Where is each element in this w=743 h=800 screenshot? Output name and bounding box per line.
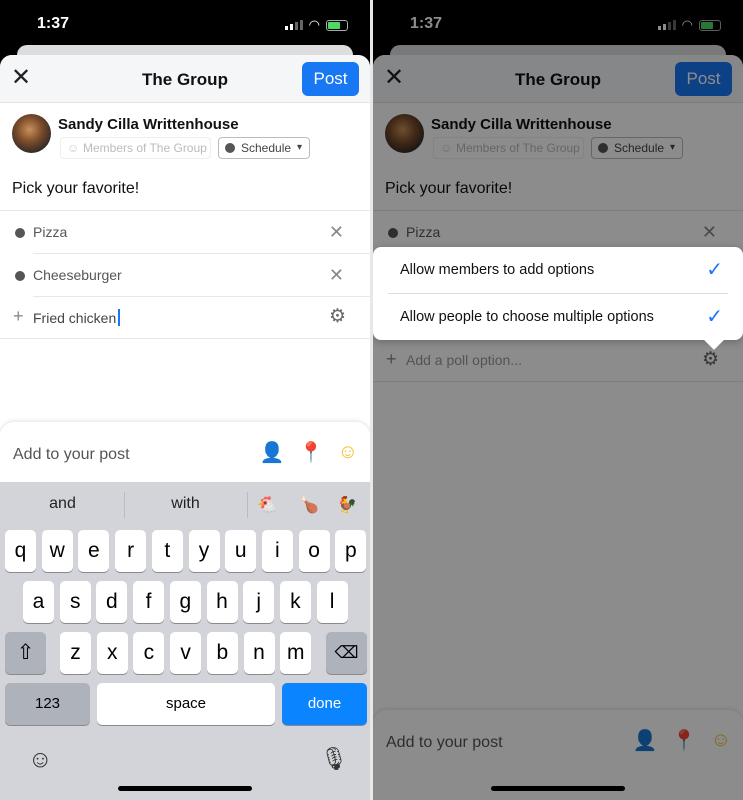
key-b[interactable]: b <box>206 632 238 674</box>
poll-option-text: Cheeseburger <box>33 267 122 283</box>
emoji-keyboard-icon[interactable]: ☺ <box>28 746 53 774</box>
key-f[interactable]: f <box>133 581 165 623</box>
right-phone-screen: 1:37 ◠ ✕ The Group Post Sandy Cilla Writ… <box>373 0 743 800</box>
add-poll-option-input[interactable]: + Fried chicken ⚙ <box>0 296 370 339</box>
suggestion[interactable]: with <box>148 495 223 513</box>
key-v[interactable]: v <box>170 632 202 674</box>
suggestion[interactable]: 🐔 <box>252 495 282 515</box>
post-button[interactable]: Post <box>302 62 359 96</box>
key-p[interactable]: p <box>335 530 367 572</box>
checkmark-icon: ✓ <box>706 259 723 281</box>
key-d[interactable]: d <box>96 581 128 623</box>
space-key[interactable]: space <box>97 683 275 725</box>
modal-overlay[interactable] <box>373 0 743 800</box>
remove-option-icon[interactable]: ✕ <box>329 265 344 286</box>
key-l[interactable]: l <box>316 581 348 623</box>
location-pin-icon[interactable]: 📍 <box>299 440 324 465</box>
key-g[interactable]: g <box>169 581 201 623</box>
key-k[interactable]: k <box>279 581 311 623</box>
checkmark-icon: ✓ <box>706 306 723 328</box>
shift-key[interactable]: ⇧ <box>5 632 46 674</box>
key-r[interactable]: r <box>115 530 147 572</box>
key-m[interactable]: m <box>280 632 312 674</box>
key-z[interactable]: z <box>60 632 91 674</box>
key-u[interactable]: u <box>225 530 257 572</box>
status-bar: 1:37 ◠ <box>0 0 370 45</box>
poll-option-input-value[interactable]: Fried chicken <box>33 310 116 326</box>
suggestion[interactable]: and <box>25 495 100 513</box>
poll-option-text: Pizza <box>33 224 68 240</box>
remove-option-icon[interactable]: ✕ <box>329 222 344 243</box>
wifi-icon: ◠ <box>308 17 320 32</box>
backspace-key[interactable]: ⌫ <box>326 632 367 674</box>
audience-button[interactable]: Members of The Group <box>60 137 211 159</box>
poll-option[interactable]: Pizza ✕ <box>0 211 370 254</box>
poll-option[interactable]: Cheeseburger ✕ <box>0 254 370 297</box>
header: ✕ The Group Post <box>0 55 370 103</box>
key-t[interactable]: t <box>151 530 183 572</box>
battery-icon <box>326 19 348 31</box>
plus-icon: + <box>13 306 24 326</box>
divider <box>0 338 370 339</box>
key-c[interactable]: c <box>133 632 165 674</box>
keyboard: and with 🐔 🍗 🐓 ⇧ ⌫ 123 space done ☺ 🎙 qw… <box>0 482 370 800</box>
numbers-key[interactable]: 123 <box>5 683 90 725</box>
bullet-icon <box>15 228 25 238</box>
key-j[interactable]: j <box>243 581 275 623</box>
done-key[interactable]: done <box>282 683 367 725</box>
key-q[interactable]: q <box>5 530 36 572</box>
key-e[interactable]: e <box>78 530 110 572</box>
author-name: Sandy Cilla Writtenhouse <box>58 116 239 133</box>
key-a[interactable]: a <box>23 581 54 623</box>
tag-people-icon[interactable]: 👤 <box>260 440 285 465</box>
key-h[interactable]: h <box>206 581 238 623</box>
gear-icon[interactable]: ⚙ <box>329 305 346 328</box>
key-x[interactable]: x <box>96 632 128 674</box>
key-n[interactable]: n <box>243 632 275 674</box>
text-cursor <box>118 309 121 326</box>
poll-settings-menu: Allow members to add options ✓ Allow peop… <box>373 247 743 350</box>
microphone-icon[interactable]: 🎙 <box>320 746 348 772</box>
key-s[interactable]: s <box>59 581 91 623</box>
key-o[interactable]: o <box>298 530 330 572</box>
home-indicator <box>118 786 252 791</box>
suggestion[interactable]: 🐓 <box>332 495 362 515</box>
signal-icon <box>284 20 303 30</box>
add-to-post-label: Add to your post <box>13 446 130 463</box>
left-phone-screen: 1:37 ◠ ✕ The Group Post Sandy Cilla Writ… <box>0 0 370 800</box>
menu-item-allow-add-options[interactable]: Allow members to add options ✓ <box>373 247 743 293</box>
key-y[interactable]: y <box>188 530 220 572</box>
menu-item-allow-multiple-choices[interactable]: Allow people to choose multiple options ✓ <box>373 294 743 340</box>
poll-question[interactable]: Pick your favorite! <box>12 180 139 198</box>
menu-item-label: Allow members to add options <box>400 262 595 278</box>
status-time: 1:37 <box>37 15 70 32</box>
bullet-icon <box>15 271 25 281</box>
key-i[interactable]: i <box>261 530 293 572</box>
menu-item-label: Allow people to choose multiple options <box>400 309 654 325</box>
avatar <box>12 114 51 153</box>
schedule-button[interactable]: Schedule <box>218 137 310 159</box>
key-w[interactable]: w <box>41 530 73 572</box>
suggestion[interactable]: 🍗 <box>294 495 324 515</box>
feeling-emoji-icon[interactable]: ☺ <box>338 441 358 464</box>
